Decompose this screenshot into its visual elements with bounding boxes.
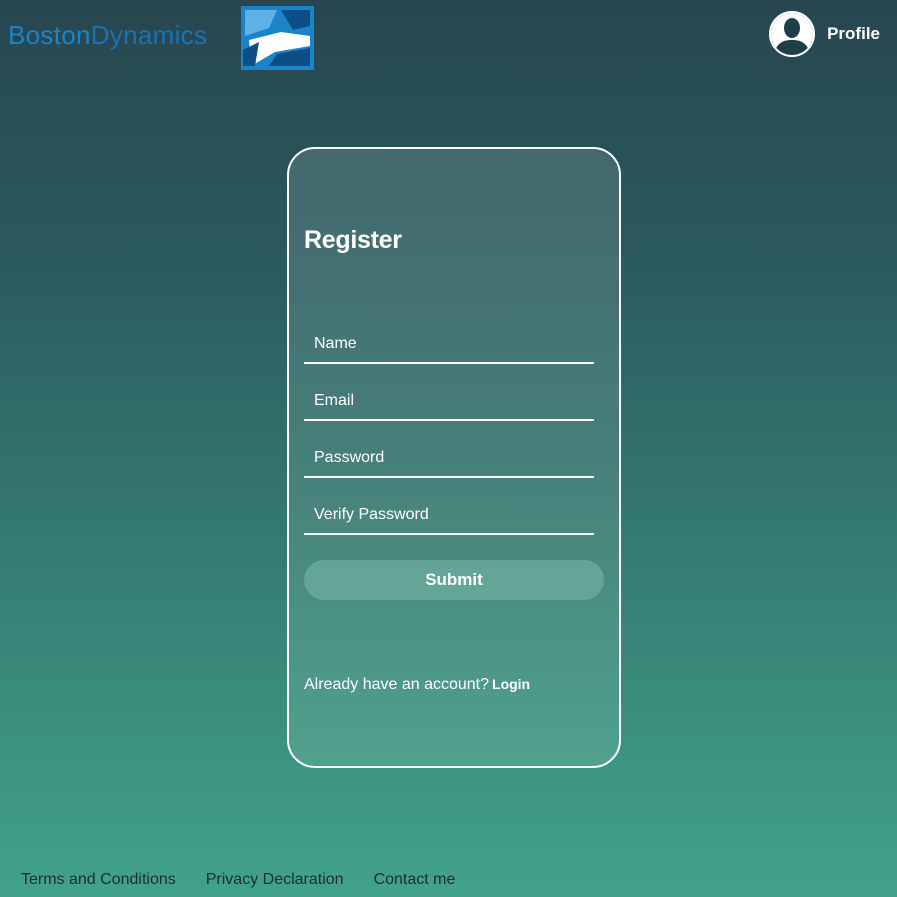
footer-link-terms[interactable]: Terms and Conditions [21, 871, 176, 889]
login-prompt-text: Already have an account? [304, 676, 490, 693]
footer-link-contact[interactable]: Contact me [374, 871, 456, 889]
brand-logo-word-dynamics: Dynamics [90, 20, 208, 50]
profile-label[interactable]: Profile [827, 24, 880, 44]
brand-logo-mark-icon[interactable] [241, 6, 314, 70]
brand-logo-word-boston: Boston [8, 20, 91, 50]
name-input[interactable] [304, 326, 594, 364]
login-link[interactable]: Login [492, 676, 530, 692]
footer-link-privacy[interactable]: Privacy Declaration [206, 871, 344, 889]
verify-password-input[interactable] [304, 497, 594, 535]
email-input[interactable] [304, 383, 594, 421]
footer-links: Terms and Conditions Privacy Declaration… [21, 871, 455, 889]
user-avatar-icon[interactable] [769, 11, 816, 57]
login-prompt: Already have an account? Login [304, 676, 530, 694]
brand-logo-wordmark[interactable]: BostonDynamics [8, 20, 207, 51]
register-card: Register Submit Already have an account?… [287, 147, 621, 768]
password-input[interactable] [304, 440, 594, 478]
profile-menu[interactable]: Profile [769, 11, 880, 57]
register-title: Register [304, 226, 402, 254]
submit-button[interactable]: Submit [304, 560, 604, 600]
